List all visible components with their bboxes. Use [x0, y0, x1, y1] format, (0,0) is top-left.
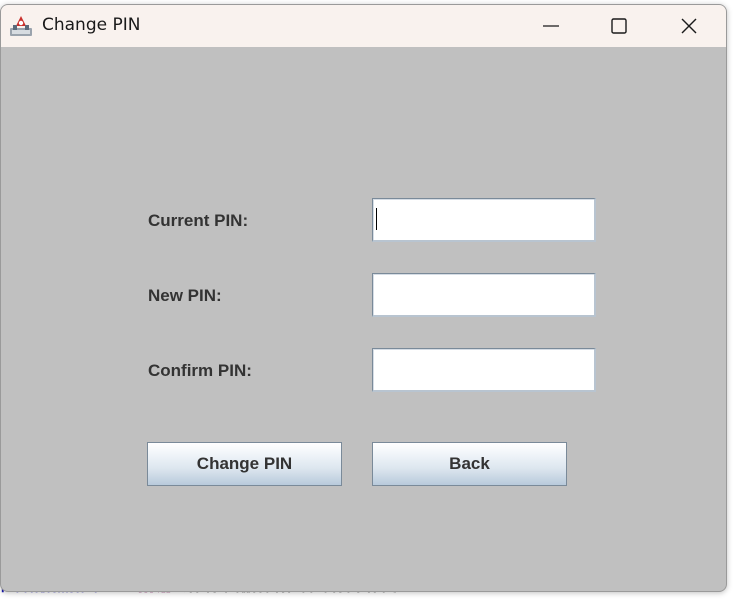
- back-button[interactable]: Back: [372, 442, 567, 486]
- minimize-icon: [543, 25, 559, 27]
- form-panel: Current PIN: New PIN: Confirm PIN: Chang…: [1, 47, 726, 591]
- maximize-button[interactable]: [585, 5, 653, 47]
- new-pin-field[interactable]: [372, 273, 596, 317]
- confirm-pin-field[interactable]: [372, 348, 596, 392]
- text-caret: [376, 208, 377, 230]
- close-icon: [681, 18, 697, 34]
- new-pin-label: New PIN:: [148, 286, 222, 305]
- change-pin-button[interactable]: Change PIN: [147, 442, 342, 486]
- current-pin-field[interactable]: [372, 198, 596, 242]
- change-pin-window: Change PIN Current PIN: New PIN: Confirm…: [0, 4, 727, 592]
- current-pin-label: Current PIN:: [148, 211, 249, 230]
- title-bar[interactable]: Change PIN: [1, 5, 726, 47]
- window-title: Change PIN: [42, 15, 141, 35]
- close-button[interactable]: [655, 5, 723, 47]
- confirm-pin-label: Confirm PIN:: [148, 361, 252, 380]
- maximize-icon: [611, 18, 627, 34]
- minimize-button[interactable]: [517, 5, 585, 47]
- java-app-icon: [9, 14, 33, 38]
